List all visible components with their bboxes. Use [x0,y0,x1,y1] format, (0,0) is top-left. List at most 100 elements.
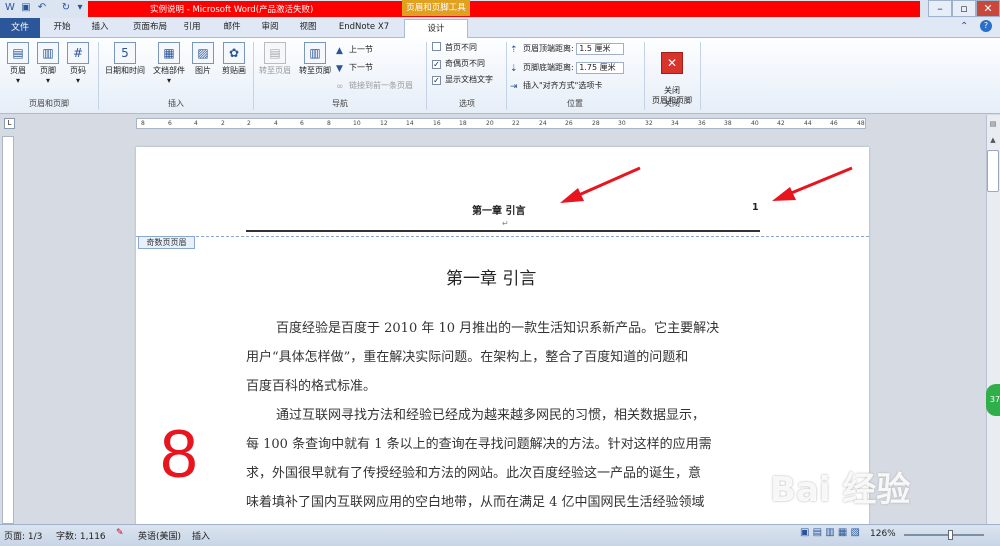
zoom-slider-thumb[interactable] [948,530,953,540]
group-label-navigation: 导航 [332,99,348,108]
minimize-button[interactable]: – [928,0,952,17]
tab-references[interactable]: 引用 [176,18,208,36]
group-label-header-footer: 页眉和页脚 [29,99,69,108]
checkbox-checked[interactable]: ✓ [432,60,441,69]
ruler-tick-label: 22 [512,120,520,127]
header-from-top-spinner[interactable]: 1.5 厘米 [576,42,625,55]
header-position-icon: ⇡ [510,45,518,55]
tab-insert[interactable]: 插入 [84,18,116,36]
status-language[interactable]: 英语(美国) [138,529,181,542]
ruler-tick-label: 46 [830,120,838,127]
zoom-slider[interactable] [904,534,984,536]
link-to-previous-button[interactable]: ∞ 链接到前一条页眉 [336,79,413,92]
status-word-count[interactable]: 字数: 1,116 [56,529,106,542]
ruler-tick-label: 8 [141,120,145,127]
goto-footer-icon: ▥ [304,42,326,64]
maximize-button[interactable]: ▫ [952,0,976,17]
paragraph-line[interactable]: 每 100 条查询中就有 1 条以上的查询在寻找问题解决的方法。针对这样的应用需 [246,430,760,459]
checkbox-unchecked[interactable] [432,42,441,51]
different-odd-even-checkbox[interactable]: ✓ 奇偶页不同 [432,57,485,70]
paragraph-line[interactable]: 通过互联网寻找方法和经验已经成为越来越多网民的习惯，相关数据显示， [246,401,760,430]
footer-position-icon: ⇣ [510,64,518,74]
undo-icon[interactable]: ↶ [36,2,48,14]
paragraph-line[interactable]: 百度经验是百度于 2010 年 10 月推出的一款生活知识系新产品。它主要解决 [246,314,760,343]
zoom-level[interactable]: 126% [870,529,896,539]
view-buttons[interactable]: ▣ ▤ ▥ ▦ ▧ [800,527,860,538]
checkbox-checked[interactable]: ✓ [432,76,441,85]
picture-icon: ▨ [192,42,214,64]
different-first-page-checkbox[interactable]: 首页不同 [432,41,477,54]
previous-section-icon: ▲ [336,46,343,56]
ruler-tick-label: 42 [777,120,785,127]
paragraph-line[interactable]: 味着填补了国内互联网应用的空白地带，从而在满足 4 亿中国网民生活经验领域 [246,488,760,517]
tab-review[interactable]: 审阅 [254,18,286,36]
ruler-tick-label: 36 [698,120,706,127]
tab-endnote[interactable]: EndNote X7 [332,18,396,36]
goto-header-button[interactable]: ▤ 转至页眉 [256,42,294,94]
page-number-icon: # [67,42,89,64]
ruler-tick-label: 6 [168,120,172,127]
paragraph-mark: ↵ [502,219,509,228]
goto-footer-button[interactable]: ▥ 转至页脚 [296,42,334,94]
status-insert-mode[interactable]: 插入 [192,529,210,542]
status-page[interactable]: 页面: 1/3 [4,529,42,542]
side-badge[interactable]: 37 [986,384,1000,416]
date-time-button[interactable]: 5 日期和时间 [102,42,148,94]
group-label-options: 选项 [459,99,475,108]
baidu-watermark: Bai 经验 [770,470,911,510]
ruler-tick-label: 4 [194,120,198,127]
horizontal-ruler[interactable]: 8 6 4 2 2 4 6 8 10 12 14 16 18 20 22 24 26 28 30 32 34 36 38 40… [136,118,866,129]
document-parts-button[interactable]: ▦ 文档部件 ▾ [150,42,188,94]
group-label-close: 关闭 [664,99,680,108]
insert-alignment-tab-button[interactable]: ⇥ 插入"对齐方式"选项卡 [510,79,602,92]
page-number-button[interactable]: # 页码 ▾ [64,42,92,94]
next-section-button[interactable]: ▼ 下一节 [336,61,373,74]
minimize-ribbon-icon[interactable]: ⌃ [960,21,968,32]
tab-design[interactable]: 设计 [404,19,468,38]
redo-icon[interactable]: ↻ [60,2,72,14]
header-button[interactable]: ▤ 页眉 ▾ [4,42,32,94]
tab-selector-icon[interactable]: L [4,118,15,129]
previous-section-button[interactable]: ▲ 上一节 [336,43,373,56]
proofing-icon[interactable]: ✎ [116,528,124,538]
ruler-tick-label: 26 [565,120,573,127]
header-underline [246,230,760,232]
header-page-number[interactable]: 1 [752,202,759,213]
scroll-thumb[interactable] [987,150,999,192]
footer-from-bottom-spinner[interactable]: 1.75 厘米 [576,61,625,74]
tab-page-layout[interactable]: 页面布局 [122,18,178,36]
group-separator [98,42,99,110]
close-header-footer-button[interactable]: ✕ 关闭 页眉和页脚 [646,42,698,105]
scroll-up-icon[interactable]: ▲ [988,136,998,144]
tab-view[interactable]: 视图 [292,18,324,36]
contextual-tab-header-footer-tools: 页眉和页脚工具 [402,0,470,16]
footer-button[interactable]: ▥ 页脚 ▾ [34,42,62,94]
document-parts-icon: ▦ [158,42,180,64]
chapter-heading[interactable]: 第一章 引言 [446,264,536,289]
group-label-position: 位置 [567,99,583,108]
footer-from-bottom-field: ⇣ 页脚底端距离: 1.75 厘米 [510,61,625,74]
show-document-text-checkbox[interactable]: ✓ 显示文档文字 [432,73,493,86]
tab-mailings[interactable]: 邮件 [216,18,248,36]
save-icon[interactable]: ▣ [20,2,32,14]
picture-button[interactable]: ▨ 图片 [190,42,216,94]
vertical-ruler[interactable] [2,136,14,524]
help-icon[interactable]: ? [980,20,992,32]
close-window-button[interactable]: ✕ [976,0,1000,17]
paragraph-line[interactable]: 求，外国很早就有了传授经验和方法的网站。此次百度经验这一产品的诞生，意 [246,459,760,488]
annotation-step-number: 8 [160,416,198,492]
link-icon: ∞ [336,82,344,92]
paragraph-line[interactable]: 百度百科的格式标准。 [246,372,760,401]
ruler-tick-label: 48 [857,120,865,127]
word-logo-icon[interactable]: W [4,2,16,14]
header-chapter-title[interactable]: 第一章 引言 [472,202,525,217]
ruler-tick-label: 8 [327,120,331,127]
clipart-button[interactable]: ✿ 剪贴画 [218,42,250,94]
tab-file[interactable]: 文件 [0,18,40,38]
ruler-tick-label: 18 [459,120,467,127]
paragraph-line[interactable]: 用户“具体怎样做”，重在解决实际问题。在架构上，整合了百度知道的问题和 [246,343,760,372]
ruler-toggle-icon[interactable]: ▤ [988,120,998,130]
customize-quick-access-icon[interactable]: ▾ [74,2,86,14]
tab-home[interactable]: 开始 [44,18,80,36]
ruler-tick-label: 12 [380,120,388,127]
